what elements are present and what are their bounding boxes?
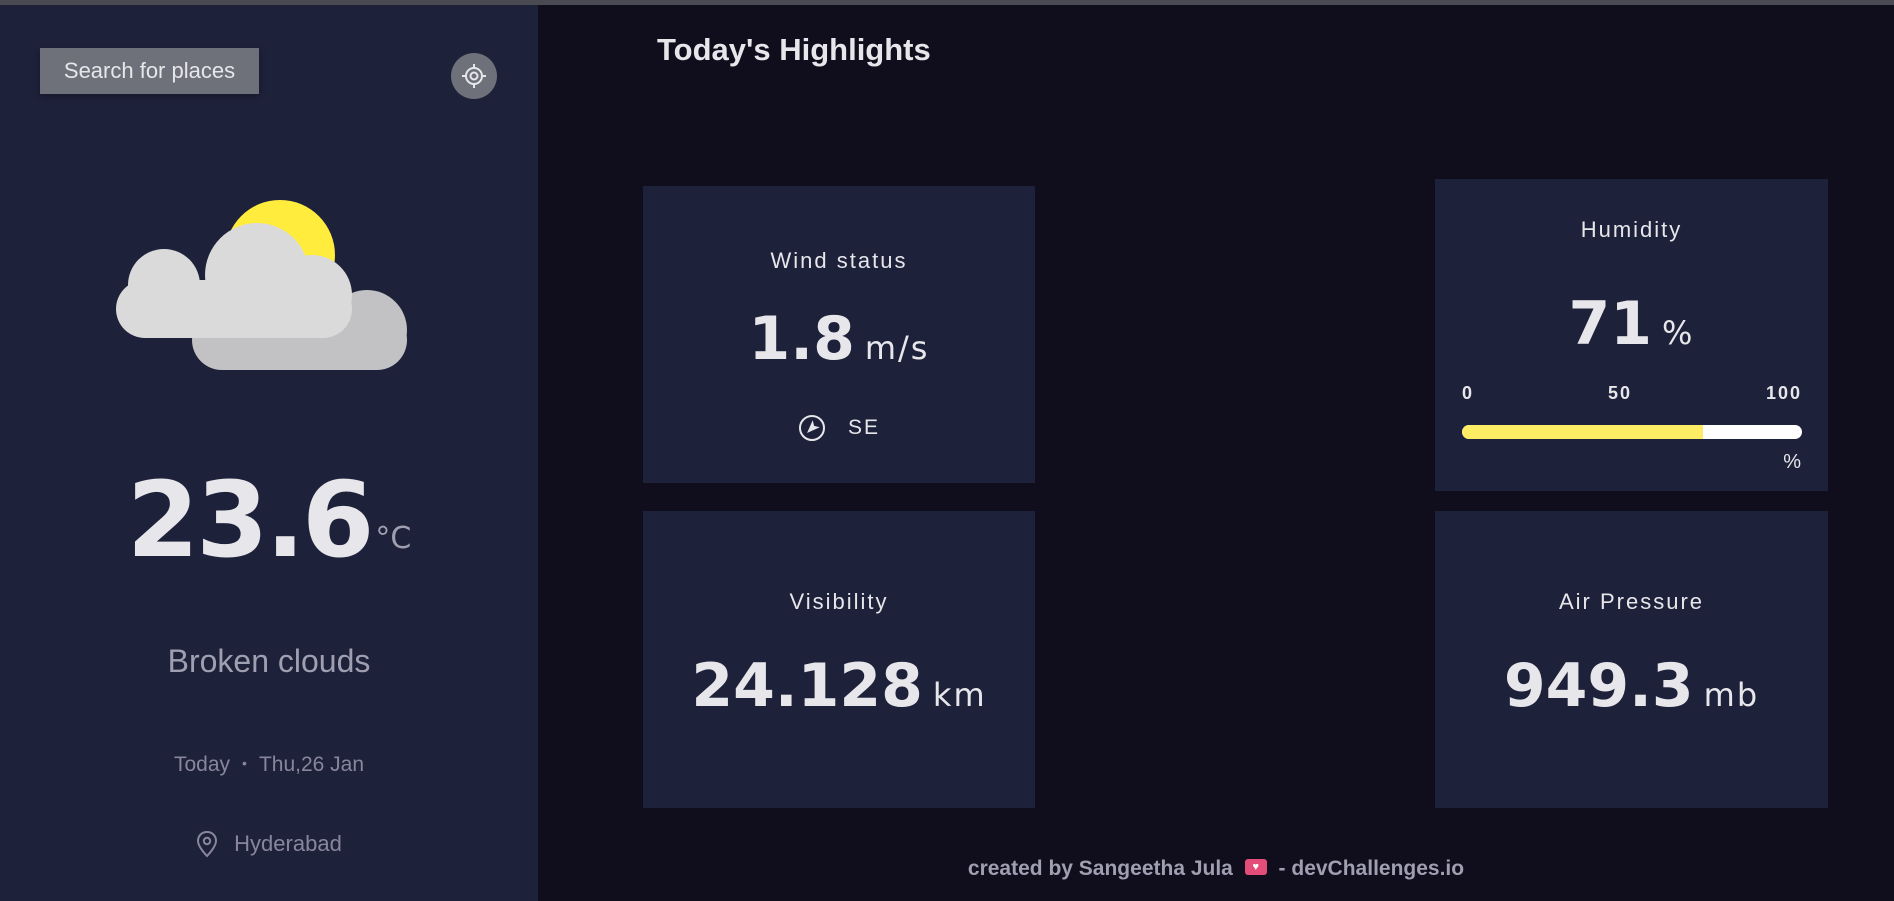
scale-min: 0 — [1462, 383, 1475, 403]
sidebar: Search for places 23.6°C Broken clouds — [0, 5, 538, 901]
visibility-card: Visibility 24.128 km — [643, 511, 1035, 808]
humidity-value: 71% — [1435, 289, 1828, 359]
air-pressure-number: 949.3 — [1503, 651, 1694, 721]
air-pressure-title: Air Pressure — [1558, 589, 1705, 614]
temperature-unit: °C — [375, 521, 412, 556]
location-row: Hyderabad — [0, 830, 538, 858]
humidity-bar-unit: % — [1783, 451, 1801, 473]
humidity-progress-bar — [1462, 425, 1802, 439]
search-button[interactable]: Search for places — [40, 48, 259, 94]
heart-icon: ♥ — [1244, 859, 1267, 876]
air-pressure-card: Air Pressure 949.3 mb — [1435, 511, 1828, 808]
map-pin-icon — [197, 830, 218, 858]
visibility-title: Visibility — [789, 589, 889, 614]
wind-direction: SE — [643, 414, 1035, 442]
temperature: 23.6 °C — [0, 459, 538, 581]
humidity-unit: % — [1662, 314, 1695, 352]
footer-author: created by Sangeetha Jula — [967, 857, 1233, 880]
visibility-number: 24.128 — [691, 651, 923, 721]
wind-status-card: Wind status 1.8 m/s SE — [643, 186, 1035, 483]
humidity-scale: 0 50 100 — [1462, 383, 1802, 404]
wind-direction-label: SE — [847, 416, 880, 439]
humidity-number: 71 — [1568, 289, 1653, 359]
date-value: Thu,26 Jan — [258, 753, 365, 776]
scale-max: 100 — [1765, 383, 1802, 403]
wind-unit: m/s — [864, 329, 930, 367]
crosshair-icon — [462, 64, 486, 88]
compass-arrow-icon — [798, 415, 825, 441]
footer-link[interactable]: - devChallenges.io — [1279, 857, 1465, 880]
footer-credit: created by Sangeetha Jula ♥ - devChallen… — [538, 857, 1894, 881]
partly-cloudy-icon — [116, 200, 407, 370]
humidity-card: Humidity 71% 0 50 100 % — [1435, 179, 1828, 491]
air-pressure-unit: mb — [1703, 676, 1760, 714]
wind-status-value: 1.8 m/s — [643, 304, 1035, 374]
visibility-unit: km — [932, 676, 987, 714]
air-pressure-value: 949.3 mb — [1435, 651, 1828, 721]
temperature-value: 23.6 — [126, 459, 375, 581]
current-location-button[interactable] — [451, 53, 497, 99]
page-title: Today's Highlights — [657, 32, 931, 67]
visibility-value: 24.128 km — [643, 651, 1035, 721]
humidity-title: Humidity — [1580, 217, 1683, 242]
wind-speed: 1.8 — [748, 304, 855, 374]
date-row: Today • Thu,26 Jan — [0, 753, 538, 777]
wind-status-title: Wind status — [770, 248, 908, 273]
scale-mid: 50 — [1607, 383, 1632, 403]
date-separator: • — [242, 755, 247, 771]
humidity-progress-fill — [1462, 425, 1704, 439]
date-prefix: Today — [173, 753, 231, 776]
location-name: Hyderabad — [234, 831, 342, 856]
weather-condition: Broken clouds — [167, 643, 371, 679]
